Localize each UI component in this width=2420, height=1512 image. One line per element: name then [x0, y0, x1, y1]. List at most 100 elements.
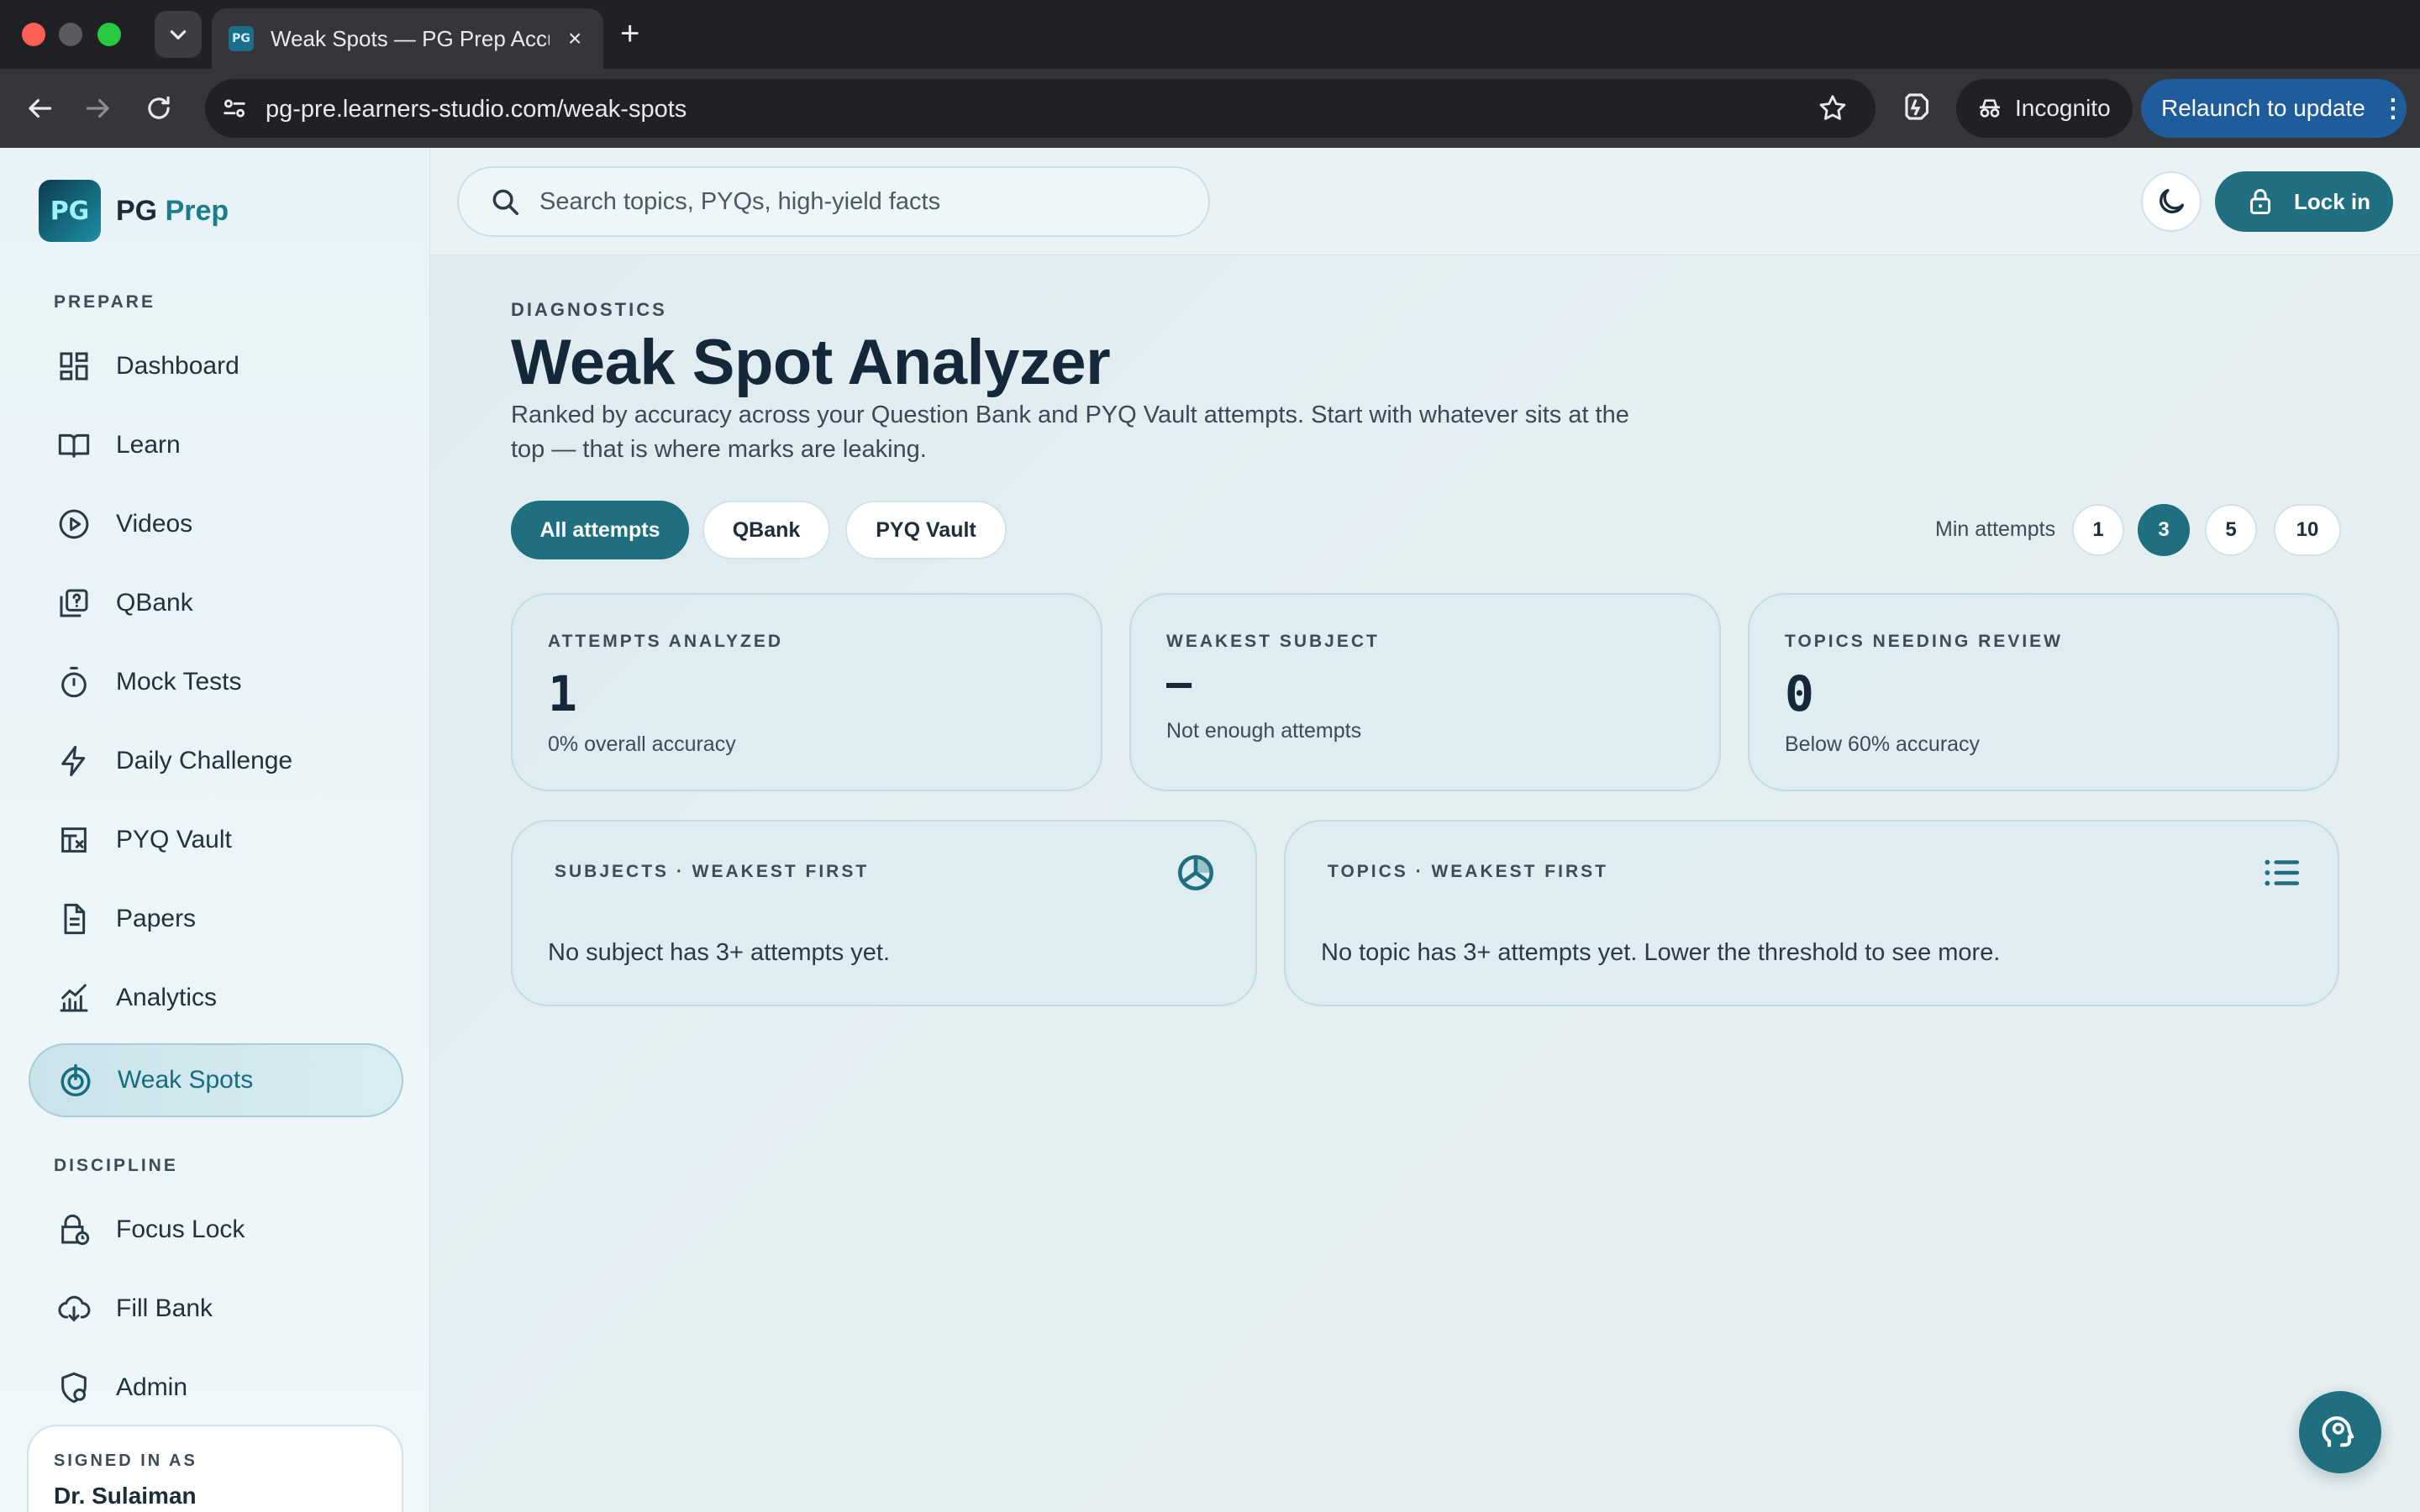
- stat-subtext: Not enough attempts: [1166, 719, 1362, 743]
- min-attempts-option-1[interactable]: 1: [2072, 504, 2124, 556]
- brain-head-icon: [2322, 1416, 2354, 1447]
- chevron-down-icon: [170, 30, 187, 39]
- sidebar-item-label: Weak Spots: [118, 1066, 254, 1094]
- subjects-panel: SUBJECTS · WEAKEST FIRST No subject has …: [511, 820, 1257, 1006]
- browser-menu-icon[interactable]: ⋮: [2381, 94, 2406, 123]
- favicon-icon: PG: [229, 26, 254, 51]
- stat-card-attempts-analyzed: ATTEMPTS ANALYZED 1 0% overall accuracy: [511, 593, 1102, 791]
- sidebar-item-label: QBank: [116, 589, 193, 617]
- forward-icon[interactable]: [82, 92, 114, 124]
- bookmark-star-icon[interactable]: [1817, 92, 1849, 124]
- min-attempts-option-3[interactable]: 3: [2138, 504, 2190, 556]
- stat-card-topics-needing-review: TOPICS NEEDING REVIEW 0 Below 60% accura…: [1748, 593, 2339, 791]
- site-info-icon[interactable]: [220, 94, 249, 123]
- sidebar-item-label: Papers: [116, 905, 197, 932]
- reload-icon[interactable]: [143, 92, 175, 124]
- sidebar-item-learn[interactable]: Learn: [29, 408, 403, 482]
- relaunch-button[interactable]: Relaunch to update ⋮: [2141, 79, 2407, 138]
- search-box[interactable]: [457, 166, 1210, 237]
- sidebar-item-analytics[interactable]: Analytics: [29, 961, 403, 1035]
- minimize-window-button[interactable]: [59, 23, 82, 46]
- sidebar-item-label: Focus Lock: [116, 1215, 245, 1243]
- stat-label: TOPICS NEEDING REVIEW: [1785, 632, 2063, 651]
- lock-clock-icon: [55, 1211, 92, 1248]
- filter-chip-all-attempts[interactable]: All attempts: [511, 501, 689, 559]
- target-icon: [57, 1062, 94, 1099]
- incognito-icon: [1980, 99, 2000, 118]
- stat-label: WEAKEST SUBJECT: [1166, 632, 1380, 651]
- sidebar-item-label: Admin: [116, 1373, 188, 1401]
- sidebar-item-mock-tests[interactable]: Mock Tests: [29, 645, 403, 719]
- vault-icon: [55, 822, 92, 858]
- cloud-download-icon: [55, 1290, 92, 1327]
- stat-value: 0: [1785, 665, 1814, 722]
- tab-close-icon[interactable]: ×: [568, 25, 581, 52]
- sidebar-item-label: PYQ Vault: [116, 826, 232, 853]
- min-attempts-label: Min attempts: [1935, 517, 2056, 541]
- stat-label: ATTEMPTS ANALYZED: [548, 632, 784, 651]
- lightning-icon: [55, 743, 92, 780]
- section-label-discipline: DISCIPLINE: [54, 1156, 178, 1175]
- list-icon[interactable]: [2260, 852, 2302, 894]
- browser-tab-active[interactable]: PG Weak Spots — PG Prep Accur ×: [212, 8, 603, 69]
- topics-panel-title: TOPICS · WEAKEST FIRST: [1328, 862, 1608, 881]
- book-icon: [55, 427, 92, 464]
- maximize-window-button[interactable]: [97, 23, 121, 46]
- brand-logo[interactable]: PG PG Prep: [39, 180, 229, 242]
- tab-title: Weak Spots — PG Prep Accur: [271, 25, 550, 51]
- theme-toggle-button[interactable]: [2141, 171, 2202, 232]
- back-icon[interactable]: [24, 92, 55, 124]
- app-root: PG PG Prep PREPARE Dashboard Learn Video…: [0, 148, 2420, 1512]
- sidebar-item-dashboard[interactable]: Dashboard: [29, 329, 403, 403]
- incognito-indicator[interactable]: Incognito: [1956, 79, 2133, 138]
- assistant-fab-button[interactable]: [2299, 1391, 2381, 1473]
- search-input[interactable]: [539, 187, 1178, 216]
- sidebar-item-pyq-vault[interactable]: PYQ Vault: [29, 803, 403, 877]
- new-tab-button[interactable]: +: [620, 17, 639, 50]
- sidebar: PG PG Prep PREPARE Dashboard Learn Video…: [0, 148, 430, 1512]
- sidebar-item-label: Mock Tests: [116, 668, 242, 696]
- document-icon: [55, 900, 92, 937]
- play-icon: [55, 506, 92, 543]
- shield-gear-icon: [55, 1369, 92, 1406]
- sidebar-item-qbank[interactable]: QBank: [29, 566, 403, 640]
- signed-in-label: SIGNED IN AS: [54, 1452, 197, 1470]
- sidebar-item-label: Videos: [116, 510, 193, 538]
- sidebar-item-label: Fill Bank: [116, 1294, 213, 1322]
- sidebar-item-focus-lock[interactable]: Focus Lock: [29, 1193, 403, 1267]
- page-title: Weak Spot Analyzer: [511, 327, 1111, 398]
- extension-icon[interactable]: [1901, 89, 1936, 124]
- sidebar-item-videos[interactable]: Videos: [29, 487, 403, 561]
- browser-toolbar: pg-pre.learners-studio.com/weak-spots In…: [0, 69, 2420, 148]
- sidebar-item-fill-bank[interactable]: Fill Bank: [29, 1272, 403, 1346]
- sidebar-item-daily-challenge[interactable]: Daily Challenge: [29, 724, 403, 798]
- min-attempts-option-10[interactable]: 10: [2274, 504, 2341, 556]
- topics-panel: TOPICS · WEAKEST FIRST No topic has 3+ a…: [1284, 820, 2339, 1006]
- stat-subtext: Below 60% accuracy: [1785, 732, 1981, 756]
- signed-in-card[interactable]: SIGNED IN AS Dr. Sulaiman: [27, 1425, 403, 1512]
- url-text: pg-pre.learners-studio.com/weak-spots: [266, 96, 687, 123]
- subjects-panel-title: SUBJECTS · WEAKEST FIRST: [555, 862, 870, 881]
- pie-chart-icon[interactable]: [1175, 852, 1217, 894]
- min-attempts-option-5[interactable]: 5: [2205, 504, 2257, 556]
- lock-in-button[interactable]: Lock in: [2215, 171, 2393, 232]
- filter-chip-pyq-vault[interactable]: PYQ Vault: [845, 501, 1007, 559]
- browser-tab-bar: PG Weak Spots — PG Prep Accur × +: [0, 0, 2420, 69]
- filter-chip-qbank[interactable]: QBank: [702, 501, 830, 559]
- address-bar[interactable]: pg-pre.learners-studio.com/weak-spots: [205, 79, 1876, 138]
- subjects-empty-message: No subject has 3+ attempts yet.: [548, 939, 891, 966]
- sidebar-item-label: Dashboard: [116, 352, 239, 380]
- tab-search-button[interactable]: [155, 11, 202, 58]
- chart-icon: [55, 979, 92, 1016]
- stopwatch-icon: [55, 664, 92, 701]
- sidebar-item-label: Analytics: [116, 984, 218, 1011]
- close-window-button[interactable]: [22, 23, 45, 46]
- search-icon: [492, 189, 518, 215]
- sidebar-item-papers[interactable]: Papers: [29, 882, 403, 956]
- page-description: Ranked by accuracy across your Question …: [511, 402, 1629, 463]
- brand-name-pg: PG: [116, 194, 158, 227]
- stat-card-weakest-subject: WEAKEST SUBJECT — Not enough attempts: [1129, 593, 1721, 791]
- sidebar-item-weak-spots[interactable]: Weak Spots: [29, 1043, 403, 1117]
- lock-icon: [2250, 189, 2270, 214]
- sidebar-item-admin[interactable]: Admin: [29, 1351, 403, 1425]
